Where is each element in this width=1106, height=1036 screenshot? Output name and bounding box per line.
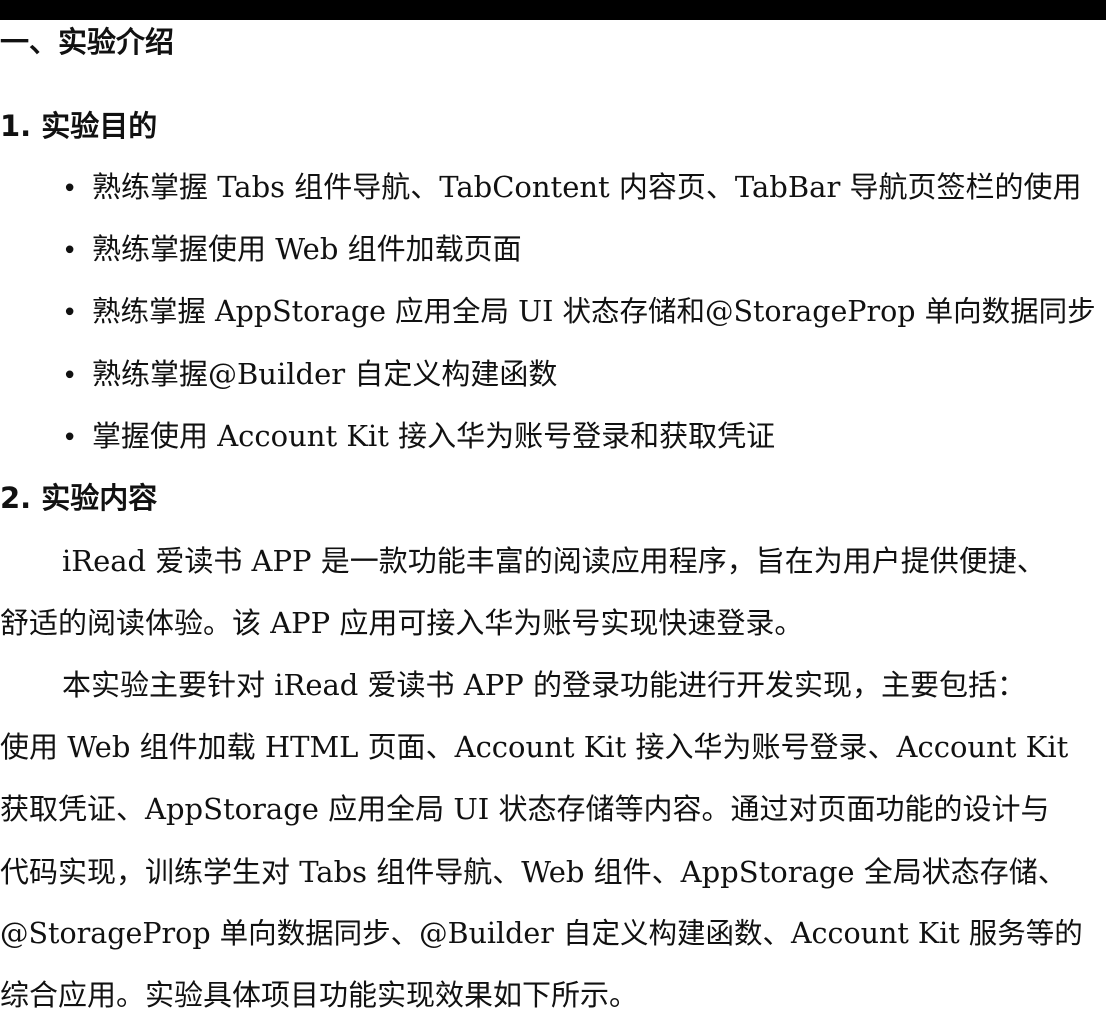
paragraph-line: 代码实现，训练学生对 Tabs 组件导航、Web 组件、AppStorage 全… bbox=[0, 855, 1067, 889]
bullet-item: • 掌握使用 Account Kit 接入华为账号登录和获取凭证 bbox=[62, 416, 775, 458]
top-black-bar bbox=[0, 0, 1106, 20]
subsection-title-content: 2. 实验内容 bbox=[0, 481, 158, 515]
paragraph-line: 使用 Web 组件加载 HTML 页面、Account Kit 接入华为账号登录… bbox=[0, 730, 1069, 764]
bullet-icon: • bbox=[62, 361, 78, 391]
bullet-icon: • bbox=[62, 174, 78, 204]
paragraph-line: 综合应用。实验具体项目功能实现效果如下所示。 bbox=[0, 978, 639, 1012]
paragraph-line: 本实验主要针对 iRead 爱读书 APP 的登录功能进行开发实现，主要包括： bbox=[62, 668, 1026, 702]
bullet-item: • 熟练掌握使用 Web 组件加载页面 bbox=[62, 229, 522, 271]
bullet-item: • 熟练掌握@Builder 自定义构建函数 bbox=[62, 354, 557, 396]
section-title: 一、实验介绍 bbox=[0, 25, 175, 59]
subsection-title-goals: 1. 实验目的 bbox=[0, 109, 158, 143]
bullet-item: • 熟练掌握 AppStorage 应用全局 UI 状态存储和@StoragePr… bbox=[62, 292, 1096, 333]
paragraph-line: 舒适的阅读体验。该 APP 应用可接入华为账号实现快速登录。 bbox=[0, 606, 804, 640]
bullet-text: 熟练掌握 Tabs 组件导航、TabContent 内容页、TabBar 导航页… bbox=[92, 170, 1082, 204]
bullet-icon: • bbox=[62, 423, 78, 453]
paragraph-line: 获取凭证、AppStorage 应用全局 UI 状态存储等内容。通过对页面功能的… bbox=[0, 792, 1050, 826]
paragraph-line: iRead 爱读书 APP 是一款功能丰富的阅读应用程序，旨在为用户提供便捷、 bbox=[62, 544, 1046, 578]
bullet-text: 熟练掌握 AppStorage 应用全局 UI 状态存储和@StoragePro… bbox=[92, 295, 1096, 328]
bullet-text: 熟练掌握使用 Web 组件加载页面 bbox=[92, 232, 522, 266]
bullet-icon: • bbox=[62, 236, 78, 266]
bullet-item: • 熟练掌握 Tabs 组件导航、TabContent 内容页、TabBar 导航… bbox=[62, 167, 1082, 209]
bullet-text: 掌握使用 Account Kit 接入华为账号登录和获取凭证 bbox=[92, 419, 776, 453]
bullet-text: 熟练掌握@Builder 自定义构建函数 bbox=[92, 357, 558, 391]
bullet-icon: • bbox=[62, 298, 78, 328]
paragraph-line: @StorageProp 单向数据同步、@Builder 自定义构建函数、Acc… bbox=[0, 917, 1083, 950]
